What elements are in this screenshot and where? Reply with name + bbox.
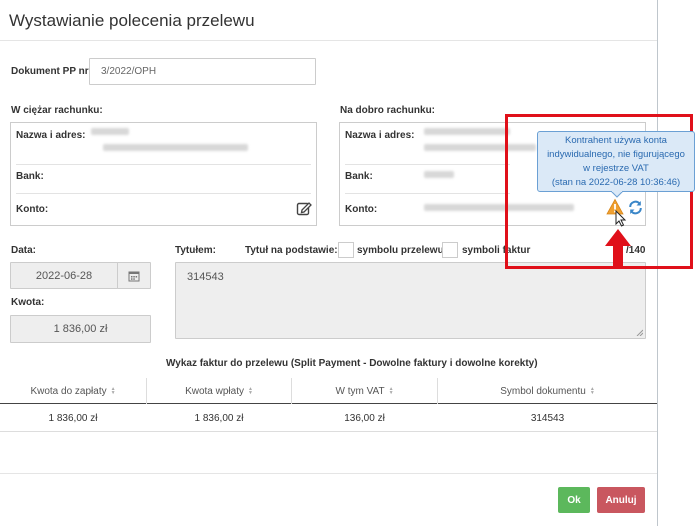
payer-separator-2 [16,193,311,194]
amount-input[interactable]: 1 836,00 zł [10,315,151,343]
payee-section-label: Na dobro rachunku: [340,105,436,116]
payer-address-redacted [103,144,248,151]
calendar-button[interactable] [117,262,151,289]
tooltip-line-1: Kontrahent używa konta [565,135,667,146]
vat-warning-tooltip: Kontrahent używa konta indywidualnego, n… [537,131,695,192]
tooltip-line-4: (stan na 2022-06-28 10:36:46) [551,177,681,188]
col-header-vat-label: W tym VAT [335,385,385,397]
invoices-table-header: Kwota do zapłaty ▲ ▼ Kwota wpłaty ▲ ▼ W tym … [0,378,657,404]
col-header-to-pay[interactable]: Kwota do zapłaty ▲ ▼ [0,378,146,404]
payee-name-label: Nazwa i adres: [345,130,415,141]
payee-bank-label: Bank: [345,171,373,182]
cancel-button[interactable]: Anuluj [597,487,645,513]
payer-bank-label: Bank: [16,171,44,182]
sort-icon: ▲ ▼ [589,386,595,396]
col-header-symbol-label: Symbol dokumentu [500,385,586,397]
edit-icon[interactable] [295,199,313,217]
arrow-up-icon [605,229,631,267]
payer-separator-1 [16,164,311,165]
title-value: 314543 [187,271,224,283]
payer-account-label: Konto: [16,204,49,215]
payee-bank-redacted [424,171,454,178]
document-number-value: 3/2022/OPH [101,66,157,77]
title-textarea[interactable]: 314543 [175,262,646,339]
payee-separator-1 [345,164,510,165]
tooltip-pointer [611,191,623,198]
transfer-symbol-label: symbolu przelewu [357,245,444,256]
title-label: Tytułem: [175,245,216,256]
col-header-paid[interactable]: Kwota wpłaty ▲ ▼ [147,378,291,404]
col-header-paid-label: Kwota wpłaty [185,385,244,397]
sort-icon: ▲ ▼ [110,386,116,396]
table-row[interactable]: 1 836,00 zł 1 836,00 zł 136,00 zł 314543 [0,405,657,432]
invoices-heading: Wykaz faktur do przelewu (Split Payment … [166,358,538,369]
date-value: 2022-06-28 [35,269,93,282]
cell-paid: 1 836,00 zł [194,413,244,424]
payer-name-label: Nazwa i adres: [16,130,86,141]
tooltip-line-2: indywidualnego, nie figurującego [547,149,685,160]
date-label: Data: [11,245,37,256]
amount-value: 1 836,00 zł [53,323,108,335]
tooltip-line-3: w rejestrze VAT [583,163,649,174]
col-header-symbol[interactable]: Symbol dokumentu ▲ ▼ [438,378,657,404]
col-header-vat[interactable]: W tym VAT ▲ ▼ [292,378,437,404]
invoice-symbols-checkbox[interactable] [442,242,458,258]
payee-name-redacted [424,128,510,135]
resize-handle-icon[interactable] [636,329,643,336]
transfer-symbol-checkbox[interactable] [338,242,354,258]
amount-label: Kwota: [11,297,45,308]
payer-section-label: W ciężar rachunku: [11,105,103,116]
payer-account-box: Nazwa i adres: Bank: Konto: [10,122,317,226]
title-basis-label: Tytuł na podstawie: [245,245,338,256]
header-divider [0,40,657,41]
dialog-title: Wystawianie polecenia przelewu [9,11,255,30]
cell-to-pay: 1 836,00 zł [48,413,98,424]
calendar-icon [128,271,140,281]
payee-account-label: Konto: [345,204,378,215]
footer-divider [0,473,657,474]
cell-symbol: 314543 [530,413,565,424]
document-number-input[interactable]: 3/2022/OPH [89,58,316,85]
sort-icon: ▲ ▼ [247,386,253,396]
mouse-cursor-icon [615,210,627,227]
payee-separator-2 [345,193,510,194]
ok-button[interactable]: Ok [558,487,590,513]
cell-vat: 136,00 zł [344,413,385,424]
payer-name-redacted [91,128,129,135]
col-header-to-pay-label: Kwota do zapłaty [30,385,107,397]
date-input[interactable]: 2022-06-28 [10,262,118,289]
sort-icon: ▲ ▼ [388,386,394,396]
document-number-label: Dokument PP nr: [11,66,92,77]
